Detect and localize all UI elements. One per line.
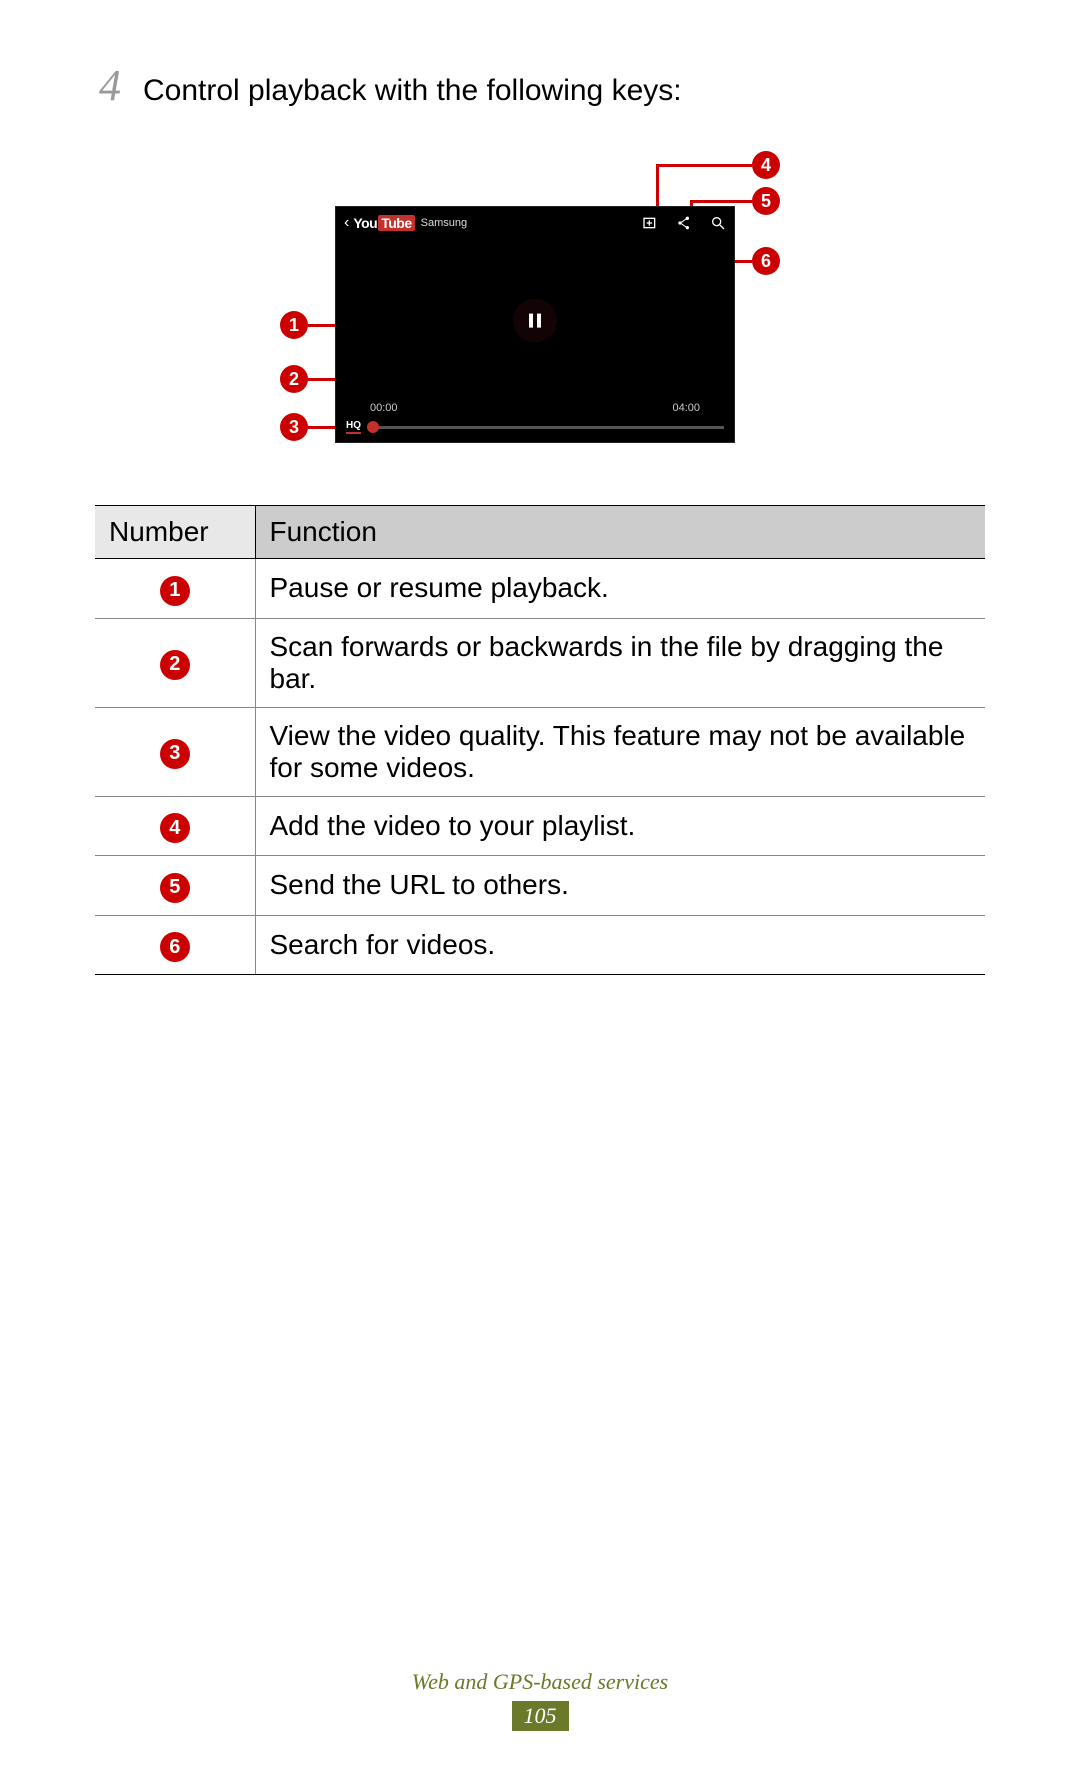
current-time: 00:00 — [370, 402, 398, 414]
row-number: 4 — [160, 813, 190, 843]
duration: 04:00 — [672, 402, 700, 414]
add-to-playlist-icon[interactable] — [642, 215, 658, 231]
row-fn: Search for videos. — [255, 915, 985, 975]
th-function: Function — [255, 506, 985, 559]
step-text: Control playback with the following keys… — [143, 74, 682, 108]
row-fn: Pause or resume playback. — [255, 559, 985, 619]
row-fn: Scan forwards or backwards in the file b… — [255, 618, 985, 707]
table-row: 6 Search for videos. — [95, 915, 985, 975]
seek-bar[interactable] — [369, 426, 724, 429]
row-fn: View the video quality. This feature may… — [255, 707, 985, 796]
row-number: 1 — [160, 576, 190, 606]
footer-page-number: 105 — [512, 1701, 569, 1731]
youtube-logo: You Tube — [353, 215, 414, 231]
step-line: 4 Control playback with the following ke… — [95, 60, 985, 111]
video-title: Samsung — [421, 217, 467, 229]
callout-3: 3 — [280, 413, 308, 441]
footer-section: Web and GPS-based services — [0, 1669, 1080, 1695]
player-top-bar: ‹ You Tube Samsung — [336, 207, 734, 239]
video-player: ‹ You Tube Samsung — [335, 206, 735, 443]
table-row: 5 Send the URL to others. — [95, 856, 985, 916]
logo-you: You — [353, 215, 377, 231]
callout-6: 6 — [752, 247, 780, 275]
row-fn: Add the video to your playlist. — [255, 796, 985, 856]
table-row: 3 View the video quality. This feature m… — [95, 707, 985, 796]
table-row: 2 Scan forwards or backwards in the file… — [95, 618, 985, 707]
function-table: Number Function 1 Pause or resume playba… — [95, 505, 985, 975]
callout-line — [656, 164, 752, 167]
row-number: 3 — [160, 739, 190, 769]
player-figure: 4 5 6 1 2 3 ‹ You Tube Sams — [280, 151, 800, 461]
page-footer: Web and GPS-based services 105 — [0, 1669, 1080, 1731]
callout-1: 1 — [280, 311, 308, 339]
seek-knob[interactable] — [367, 421, 379, 433]
callout-line — [690, 200, 752, 203]
pause-button[interactable] — [513, 298, 557, 342]
row-number: 5 — [160, 873, 190, 903]
callout-2: 2 — [280, 365, 308, 393]
search-icon[interactable] — [710, 215, 726, 231]
table-row: 4 Add the video to your playlist. — [95, 796, 985, 856]
row-number: 2 — [160, 650, 190, 680]
player-bottom-bar: 00:00 04:00 HQ — [336, 398, 734, 442]
logo-tube: Tube — [378, 215, 414, 231]
callout-5: 5 — [752, 187, 780, 215]
row-number: 6 — [160, 932, 190, 962]
hq-button[interactable]: HQ — [346, 420, 361, 434]
row-fn: Send the URL to others. — [255, 856, 985, 916]
step-number: 4 — [95, 60, 125, 111]
callout-4: 4 — [752, 151, 780, 179]
table-row: 1 Pause or resume playback. — [95, 559, 985, 619]
share-icon[interactable] — [676, 215, 692, 231]
th-number: Number — [95, 506, 255, 559]
pause-icon — [529, 313, 541, 327]
back-caret-icon[interactable]: ‹ — [344, 214, 349, 232]
